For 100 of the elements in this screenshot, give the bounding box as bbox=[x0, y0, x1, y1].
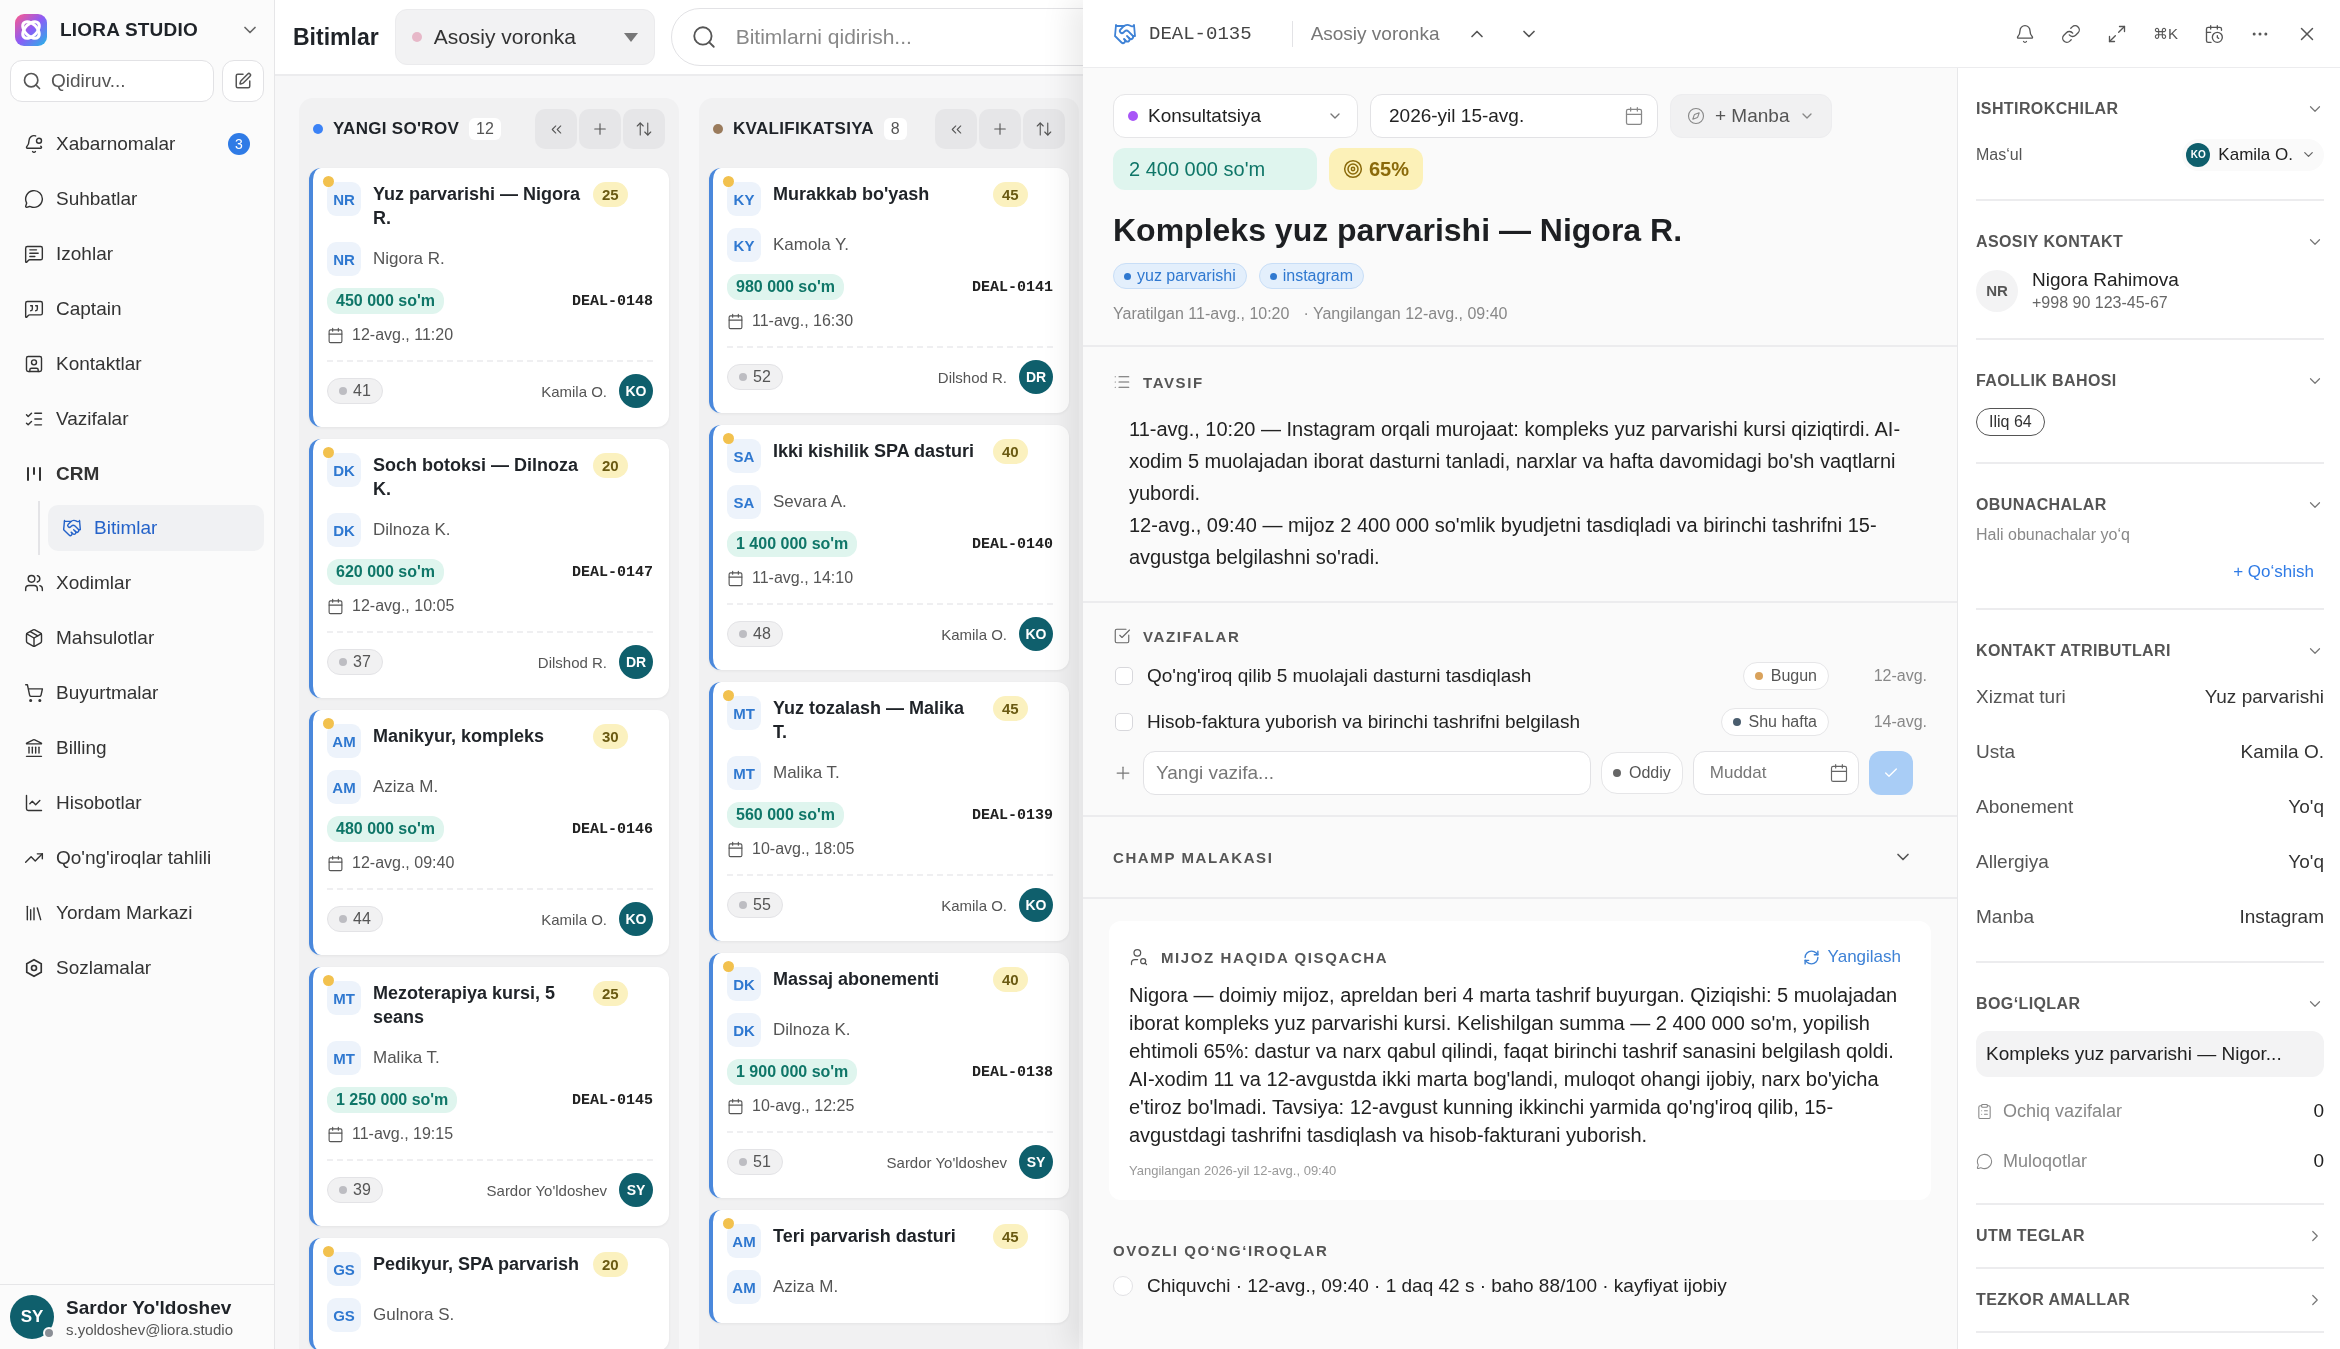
radio-button[interactable] bbox=[1113, 1276, 1133, 1296]
handshake-icon bbox=[1113, 21, 1137, 46]
compose-button[interactable] bbox=[222, 60, 264, 102]
contact-name: Malika T. bbox=[773, 763, 840, 783]
search-field[interactable]: Qidiruv... bbox=[10, 60, 214, 102]
created-date: Yaratilgan 11-avg., 10:20 bbox=[1113, 305, 1290, 323]
due-field[interactable]: Muddat bbox=[1692, 751, 1859, 795]
initials-badge: KY bbox=[727, 182, 761, 216]
tag[interactable]: instagram bbox=[1258, 263, 1364, 289]
deal-card[interactable]: MT Yuz tozalash — Malika T. 45 MT Malika T. 560 000 so'm DEAL-0139 10-avg., 18:05 55 Kamila O. KO bbox=[709, 682, 1069, 941]
nav-item[interactable]: Xodimlar bbox=[10, 555, 264, 610]
deal-card[interactable]: SA Ikki kishilik SPA dasturi 40 SA Sevara A. 1 400 000 so'm DEAL-0140 11-avg., 14:10 48 Kamila O. KO bbox=[709, 425, 1069, 670]
marker-dot bbox=[723, 176, 734, 187]
initials-badge: AM bbox=[727, 1270, 761, 1304]
nav-item[interactable]: Mahsulotlar bbox=[10, 610, 264, 665]
sort-icon bbox=[1035, 120, 1053, 138]
deal-card[interactable]: DK Massaj abonementi 40 DK Dilnoza K. 1 900 000 so'm DEAL-0138 10-avg., 12:25 51 Sardor Yo'ldoshev SY bbox=[709, 953, 1069, 1198]
calendar-icon bbox=[727, 569, 744, 587]
deal-title: Teri parvarish dasturi bbox=[773, 1225, 957, 1248]
deal-card[interactable]: MT Mezoterapiya kursi, 5 seans 25 MT Malika T. 1 250 000 so'm DEAL-0145 11-avg., 19:15 39 Sardor Yo'ldoshev SY bbox=[309, 967, 669, 1226]
score-badge: 45 bbox=[993, 1224, 1028, 1249]
calendar-icon bbox=[327, 1125, 344, 1143]
probability-pill: 65% bbox=[1329, 148, 1424, 190]
initials-badge: AM bbox=[327, 724, 361, 758]
deal-card[interactable]: KY Murakkab bo'yash 45 KY Kamola Y. 980 000 so'm DEAL-0141 11-avg., 16:30 52 Dilshod R. DR bbox=[709, 168, 1069, 413]
owner-avatar: KO bbox=[2186, 142, 2211, 167]
link-count: 0 bbox=[2313, 1150, 2324, 1172]
nav-item[interactable]: Suhbatlar bbox=[10, 171, 264, 226]
owner-select[interactable]: KO Kamila O. bbox=[2182, 138, 2324, 171]
priority-dot bbox=[1613, 769, 1621, 777]
initials-badge: SA bbox=[727, 439, 761, 473]
priority-select[interactable]: Oddiy bbox=[1601, 752, 1683, 794]
tag[interactable]: yuz parvarishi bbox=[1113, 263, 1247, 289]
sort-button[interactable] bbox=[623, 109, 665, 149]
nav-item[interactable]: Captain bbox=[10, 281, 264, 336]
deal-card[interactable]: DK Soch botoksi — Dilnoza K. 20 DK Dilnoza K. 620 000 so'm DEAL-0147 12-avg., 10:05 37 Dilshod R. DR bbox=[309, 439, 669, 698]
calendar-clock-icon[interactable] bbox=[2204, 23, 2224, 44]
nav-item[interactable]: Sozlamalar bbox=[10, 940, 264, 995]
search-field[interactable]: Bitimlarni qidirish... bbox=[670, 8, 1083, 66]
section-title: BOG‘LIQLAR bbox=[1976, 995, 2081, 1013]
count-pill: 44 bbox=[327, 906, 383, 932]
deal-card[interactable]: NR Yuz parvarishi — Nigora R. 25 NR Nigora R. 450 000 so'm DEAL-0148 12-avg., 11:20 41 Kamila O. KO bbox=[309, 168, 669, 427]
count-pill: 39 bbox=[327, 1177, 383, 1203]
expand-icon[interactable] bbox=[2107, 23, 2127, 44]
logo-icon bbox=[14, 13, 48, 47]
nav-item[interactable]: CRM bbox=[10, 446, 264, 501]
description-text: 12-avg., 09:40 — mijoz 2 400 000 so'mlik byudjetni tasdiqladi va birinchi tashrifni 15-avgustga belgilashni so'radi. bbox=[1128, 513, 1878, 570]
nav-item[interactable]: Izohlar bbox=[10, 226, 264, 281]
add-link[interactable]: + Qo‘shish bbox=[2233, 562, 2324, 582]
deal-card[interactable]: GS Pedikyur, SPA parvarish 20 GS Gulnora S. bbox=[309, 1238, 669, 1349]
pipeline-name: Asosiy voronka bbox=[1310, 22, 1440, 45]
quote-icon bbox=[24, 298, 44, 319]
priority-pill: Shu hafta bbox=[1720, 708, 1829, 736]
box-icon bbox=[24, 627, 44, 648]
shortcut-button[interactable]: ⌘K bbox=[2153, 24, 2178, 43]
deal-id: DEAL-0140 bbox=[972, 535, 1053, 553]
deal-card[interactable]: AM Manikyur, kompleks 30 AM Aziza M. 480 000 so'm DEAL-0146 12-avg., 09:40 44 Kamila O. KO bbox=[309, 710, 669, 955]
user-email: s.yoldoshev@liora.studio bbox=[66, 1320, 233, 1338]
marker-dot bbox=[323, 447, 334, 458]
section-title: OVOZLI QO‘NG‘IROQLAR bbox=[1113, 1242, 1330, 1259]
nav-item[interactable]: Buyurtmalar bbox=[10, 665, 264, 720]
nav-item[interactable]: Yordam Markazi bbox=[10, 885, 264, 940]
deal-title: Massaj abonementi bbox=[773, 968, 941, 991]
checkbox-icon bbox=[1113, 627, 1131, 645]
initials-badge: SA bbox=[727, 485, 761, 519]
deal-card[interactable]: AM Teri parvarish dasturi 45 AM Aziza M. bbox=[709, 1210, 1069, 1323]
nav-item[interactable]: Bitimlar bbox=[48, 505, 264, 551]
add-button[interactable] bbox=[579, 109, 621, 149]
nav-item[interactable]: Vazifalar bbox=[10, 391, 264, 446]
checkbox[interactable] bbox=[1115, 667, 1133, 685]
sort-button[interactable] bbox=[1023, 109, 1065, 149]
link-label: Ochiq vazifalar bbox=[2003, 1100, 2124, 1122]
deal-title: Pedikyur, SPA parvarish bbox=[373, 1253, 581, 1276]
task-input[interactable]: Yangi vazifa... bbox=[1143, 751, 1591, 795]
stage-select[interactable]: Konsultatsiya bbox=[1113, 94, 1358, 138]
add-button[interactable] bbox=[979, 109, 1021, 149]
nav-item[interactable]: Qo'ng'iroqlar tahlili bbox=[10, 830, 264, 885]
date-field[interactable]: 2026-yil 15-avg. bbox=[1370, 94, 1658, 138]
initials-badge: MT bbox=[327, 981, 361, 1015]
calendar-icon bbox=[727, 312, 744, 330]
attribute-value: Kamila O. bbox=[2240, 740, 2324, 763]
nav-item[interactable]: Kontaktlar bbox=[10, 336, 264, 391]
nav-item[interactable]: Billing bbox=[10, 720, 264, 775]
bell-icon[interactable] bbox=[2015, 23, 2035, 44]
linked-deal[interactable]: Kompleks yuz parvarishi — Nigor... bbox=[1976, 1031, 2324, 1077]
nav-item[interactable]: Hisobotlar bbox=[10, 775, 264, 830]
owner-avatar: KO bbox=[619, 374, 653, 408]
source-button[interactable]: + Manba bbox=[1670, 94, 1833, 138]
deal-date: 12-avg., 11:20 bbox=[352, 326, 454, 344]
contact-name: Dilnoza K. bbox=[773, 1020, 851, 1040]
refresh-button[interactable]: Yangilash bbox=[1802, 947, 1901, 967]
deal-id: DEAL-0148 bbox=[572, 292, 653, 310]
link-icon[interactable] bbox=[2061, 23, 2081, 44]
section-title: TEZKOR AMALLAR bbox=[1976, 1291, 2131, 1309]
owner-avatar: SY bbox=[1019, 1145, 1053, 1179]
initials-badge: GS bbox=[327, 1298, 361, 1332]
checkbox[interactable] bbox=[1115, 713, 1133, 731]
pipeline-select[interactable]: Asosiy voronka bbox=[394, 9, 655, 65]
nav-item[interactable]: Xabarnomalar 3 bbox=[10, 116, 264, 171]
deal-date: 11-avg., 14:10 bbox=[752, 569, 854, 587]
